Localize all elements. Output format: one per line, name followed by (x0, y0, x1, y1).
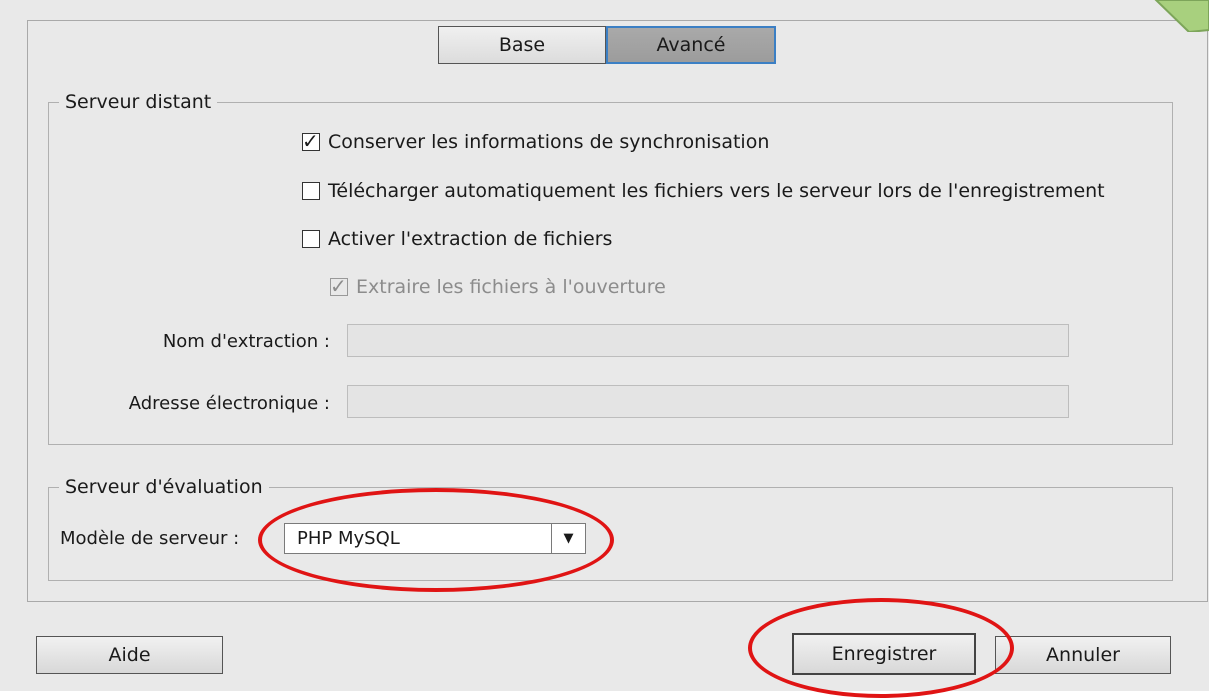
checkbox-box (302, 230, 320, 248)
site-setup-dialog: Base Avancé Serveur distant ✓ Conserver … (0, 0, 1209, 698)
tab-base[interactable]: Base (438, 26, 606, 64)
tab-base-label: Base (498, 34, 546, 56)
keep-sync-label: Conserver les informations de synchronis… (328, 131, 770, 153)
checkout-on-open-label: Extraire les fichiers à l'ouverture (356, 276, 666, 298)
enable-checkout-checkbox[interactable]: Activer l'extraction de fichiers (302, 228, 612, 250)
server-model-value: PHP MySQL (297, 528, 400, 549)
help-button[interactable]: Aide (36, 636, 223, 674)
checkbox-box: ✓ (330, 274, 348, 298)
checkout-on-open-checkbox[interactable]: ✓ Extraire les fichiers à l'ouverture (330, 276, 666, 298)
server-model-label: Modèle de serveur : (60, 528, 240, 549)
checkout-name-label: Nom d'extraction : (162, 331, 330, 352)
testing-server-legend: Serveur d'évaluation (65, 476, 263, 498)
corner-shape-icon (1154, 0, 1209, 32)
checkmark-icon: ✓ (330, 274, 347, 298)
email-field[interactable] (347, 385, 1069, 418)
enable-checkout-label: Activer l'extraction de fichiers (328, 228, 613, 250)
cancel-button[interactable]: Annuler (995, 636, 1171, 674)
chevron-down-icon[interactable]: ▼ (551, 524, 585, 553)
remote-server-legend: Serveur distant (65, 91, 212, 113)
server-model-select[interactable]: PHP MySQL ▼ (284, 523, 586, 554)
checkout-name-field[interactable] (347, 324, 1069, 357)
checkbox-box (302, 182, 320, 200)
auto-upload-checkbox[interactable]: Télécharger automatiquement les fichiers… (302, 180, 1105, 202)
tab-advanced[interactable]: Avancé (606, 26, 776, 64)
keep-sync-checkbox[interactable]: ✓ Conserver les informations de synchron… (302, 131, 769, 153)
save-button[interactable]: Enregistrer (792, 633, 976, 675)
auto-upload-label: Télécharger automatiquement les fichiers… (328, 180, 1105, 202)
email-label: Adresse électronique : (128, 393, 330, 414)
tab-advanced-label: Avancé (656, 34, 726, 56)
checkmark-icon: ✓ (302, 129, 319, 153)
checkbox-box: ✓ (302, 129, 320, 153)
